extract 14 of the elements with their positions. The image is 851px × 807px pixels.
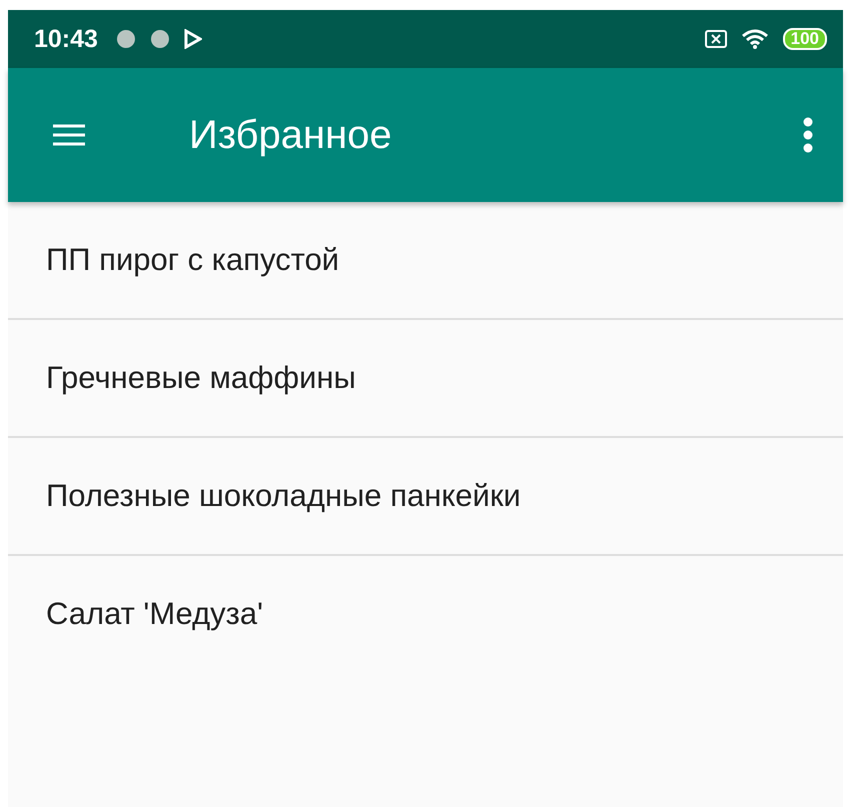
recipe-item[interactable]: Гречневые маффины (46, 360, 356, 396)
notification-icon (116, 29, 136, 49)
recipe-item[interactable]: ПП пирог с капустой (46, 242, 340, 278)
notification-icon (150, 29, 170, 49)
recipe-item[interactable]: Салат 'Медуза' (46, 596, 264, 632)
screen-title: Избранное (189, 112, 393, 158)
play-icon (184, 29, 202, 49)
recipe-item[interactable]: Полезные шоколадные панкейки (46, 478, 521, 514)
battery-level: 100 (782, 28, 827, 50)
menu-icon[interactable] (53, 124, 85, 146)
wifi-icon (740, 28, 769, 50)
status-time: 10:43 (34, 24, 98, 54)
no-sim-icon (704, 29, 727, 49)
more-options-icon[interactable] (803, 117, 813, 153)
